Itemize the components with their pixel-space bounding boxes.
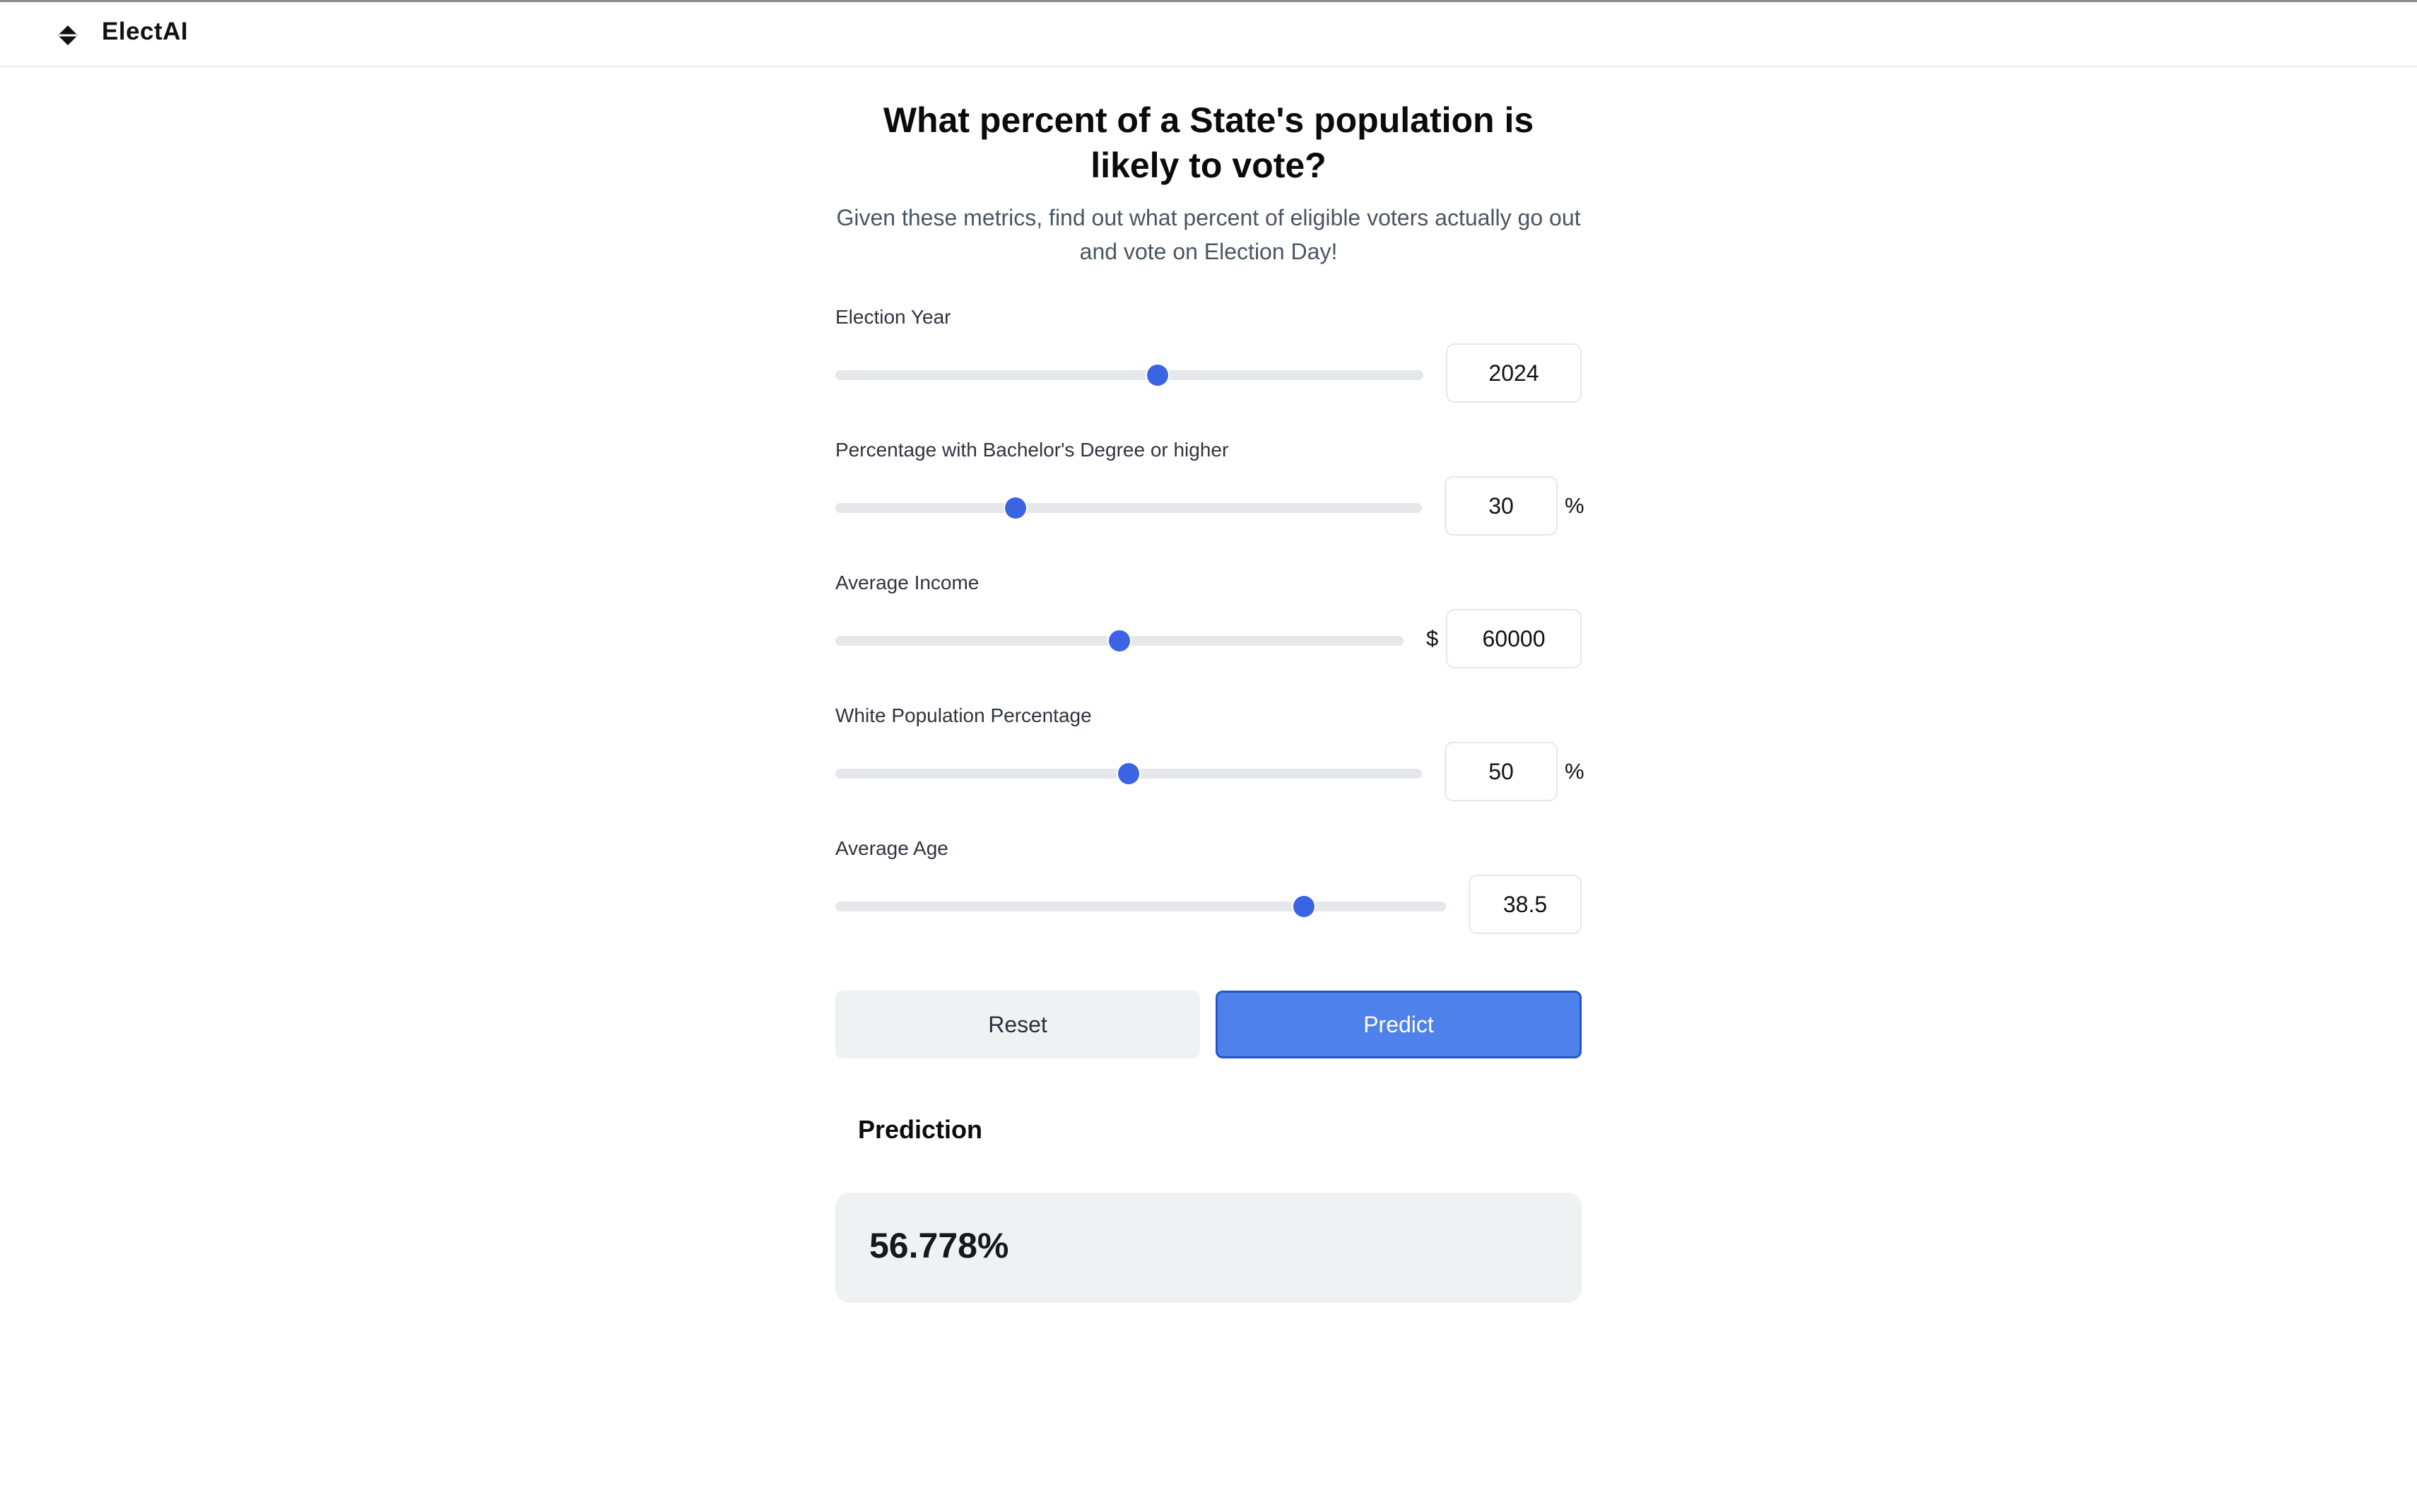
percent-unit: %: [1565, 759, 1584, 784]
income-slider-thumb[interactable]: [1109, 630, 1130, 651]
reset-button[interactable]: Reset: [835, 991, 1200, 1058]
bachelors-slider-thumb[interactable]: [1004, 497, 1026, 519]
field-label: Average Age: [835, 837, 948, 859]
percent-unit: %: [1565, 493, 1584, 518]
white-population-slider-thumb[interactable]: [1118, 763, 1139, 784]
field-label: Election Year: [835, 306, 951, 328]
income-slider-track[interactable]: [835, 630, 1404, 651]
prediction-value: 56.778%: [869, 1226, 1009, 1265]
bachelors-slider-track[interactable]: [835, 497, 1422, 519]
field-label: Percentage with Bachelor's Degree or hig…: [835, 439, 1229, 461]
diamond-logo-icon: [58, 25, 78, 45]
white-population-input[interactable]: 50: [1445, 742, 1558, 801]
income-input[interactable]: 60000: [1446, 609, 1582, 668]
white-population-slider-track[interactable]: [835, 763, 1422, 784]
brand-name[interactable]: ElectAI: [102, 18, 188, 46]
dollar-unit: $: [1426, 626, 1439, 651]
field-label: Average Income: [835, 572, 980, 593]
average-age-input[interactable]: 38.5: [1469, 875, 1582, 934]
prediction-heading: Prediction: [858, 1115, 983, 1144]
average-age-slider-thumb[interactable]: [1293, 896, 1315, 917]
average-age-slider-track[interactable]: [835, 896, 1446, 917]
election-year-slider-thumb[interactable]: [1146, 365, 1168, 386]
page-title: What percent of a State's population is …: [883, 100, 1534, 185]
prediction-result-panel: 56.778%: [835, 1193, 1582, 1303]
field-label: White Population Percentage: [835, 704, 1092, 726]
main-content: What percent of a State's population is …: [835, 0, 1584, 1512]
bachelors-input[interactable]: 30: [1445, 476, 1558, 536]
page-subtitle: Given these metrics, find out what perce…: [836, 205, 1581, 264]
predict-button[interactable]: Predict: [1216, 991, 1582, 1058]
election-year-slider-track[interactable]: [835, 365, 1423, 386]
election-year-input[interactable]: 2024: [1446, 343, 1582, 403]
